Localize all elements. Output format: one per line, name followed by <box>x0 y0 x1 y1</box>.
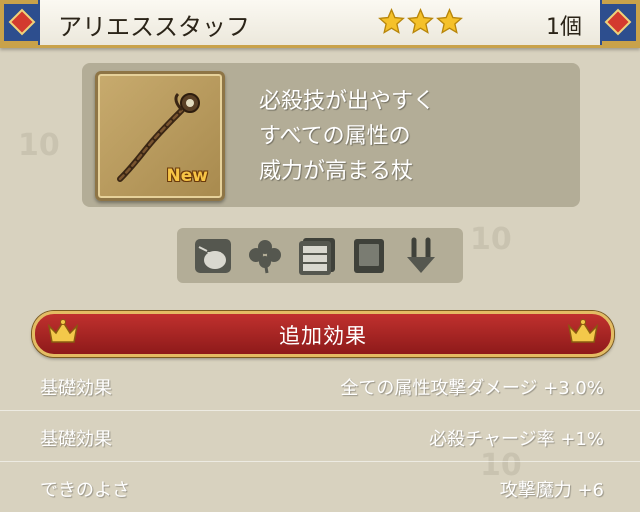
anchor-icon <box>401 237 441 275</box>
star-icon <box>407 8 434 34</box>
effect-row: できのよさ 攻撃魔力 +6 <box>0 462 640 512</box>
effect-value: 必殺チャージ率 +1% <box>429 429 604 450</box>
book-icon <box>349 237 389 275</box>
item-icon[interactable]: New <box>95 71 225 201</box>
pouch-icon <box>193 237 233 275</box>
item-description: 必殺技が出やすく すべての属性の 威力が高まる杖 <box>259 84 559 189</box>
star-icon <box>378 8 405 34</box>
background-pattern: 10 <box>18 128 60 163</box>
item-count: 1個 <box>546 15 582 40</box>
effect-label: 基礎効果 <box>40 429 112 450</box>
additional-effects-banner: 追加効果 <box>32 311 614 357</box>
effect-label: 基礎効果 <box>40 378 112 399</box>
effect-row: 基礎効果 必殺チャージ率 +1% <box>0 411 640 462</box>
equip-icon-bar <box>177 228 463 283</box>
corner-ornament-right <box>600 0 640 45</box>
item-name: アリエススタッフ <box>58 13 250 41</box>
description-line: 必殺技が出やすく <box>259 89 436 114</box>
new-badge: New <box>166 166 208 186</box>
crown-icon <box>567 319 599 343</box>
rarity-stars <box>378 8 463 35</box>
effect-label: できのよさ <box>40 480 130 501</box>
cabinet-icon <box>297 237 337 275</box>
background-pattern: 10 <box>470 222 512 257</box>
banner-title: 追加効果 <box>279 324 367 348</box>
item-header: アリエススタッフ 1個 <box>0 0 640 48</box>
description-line: 威力が高まる杖 <box>259 159 414 184</box>
star-icon <box>436 8 463 34</box>
effect-value: 全ての属性攻撃ダメージ +3.0% <box>340 378 604 399</box>
effect-value: 攻撃魔力 +6 <box>499 480 604 501</box>
clover-icon <box>245 237 285 275</box>
corner-ornament-left <box>0 0 40 45</box>
description-line: すべての属性の <box>259 124 411 149</box>
effect-row: 基礎効果 全ての属性攻撃ダメージ +3.0% <box>0 360 640 411</box>
